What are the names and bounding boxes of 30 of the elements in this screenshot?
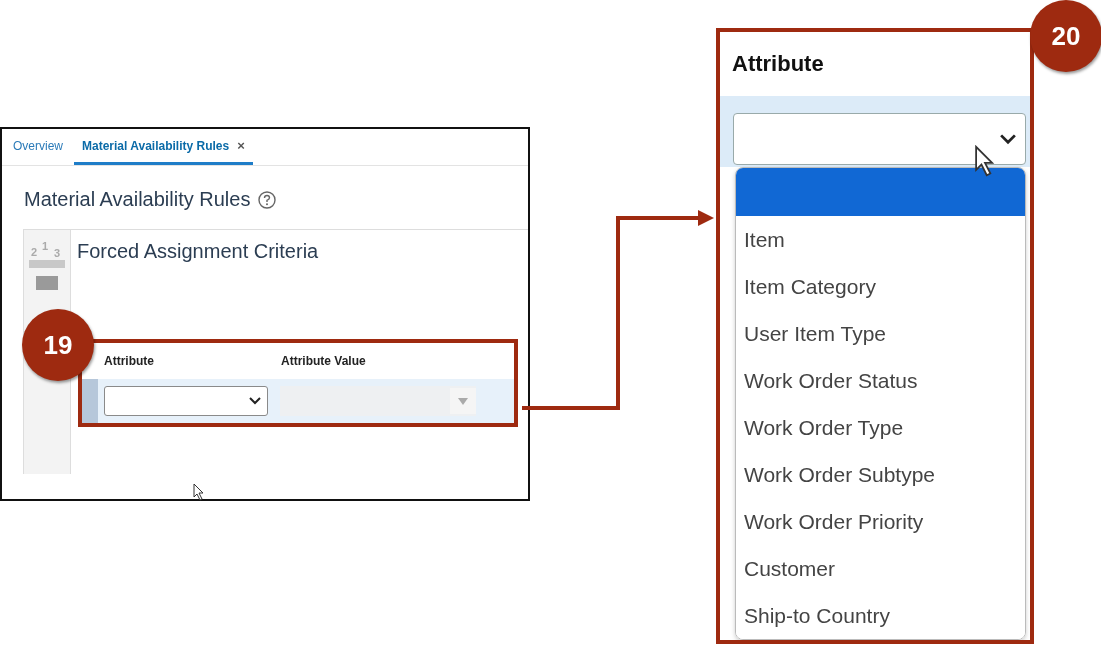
dropdown-option[interactable]: Item: [736, 216, 1025, 263]
page-title: Material Availability Rules: [24, 188, 251, 211]
ranking-digit: 2: [31, 246, 38, 258]
dropdown-option[interactable]: Work Order Subtype: [736, 451, 1025, 498]
dropdown-arrow-icon[interactable]: [458, 397, 468, 405]
chevron-down-icon: [249, 397, 261, 405]
close-tab-button[interactable]: ×: [237, 138, 245, 153]
dropdown-option[interactable]: Work Order Type: [736, 404, 1025, 451]
attribute-value-field[interactable]: [280, 386, 476, 416]
step-number: 20: [1030, 0, 1101, 72]
tab[interactable]: Overview: [10, 129, 66, 165]
dropdown-option[interactable]: Item Category: [736, 263, 1025, 310]
dropdown-option[interactable]: Work Order Status: [736, 357, 1025, 404]
dropdown-option[interactable]: Customer: [736, 545, 1025, 592]
help-icon[interactable]: [258, 190, 277, 209]
dropdown-option[interactable]: Work Order Priority: [736, 498, 1025, 545]
tab[interactable]: Material Availability Rules ×: [74, 129, 253, 165]
attribute-select[interactable]: [733, 113, 1026, 165]
column-header: Attribute: [104, 354, 155, 368]
column-header: Attribute: [732, 51, 824, 77]
podium-icon: [29, 260, 65, 268]
dropdown-option[interactable]: User Item Type: [736, 310, 1025, 357]
column-header: Attribute Value: [281, 354, 366, 368]
ranking-digit: 1: [42, 240, 49, 252]
section-title: Forced Assignment Criteria: [77, 240, 320, 263]
ranking-digit: 3: [54, 247, 61, 259]
chevron-down-icon: [999, 133, 1017, 145]
attribute-select[interactable]: [104, 386, 268, 416]
dropdown-option[interactable]: Ship-to Country: [736, 592, 1025, 639]
mouse-pointer-icon: [974, 145, 996, 177]
